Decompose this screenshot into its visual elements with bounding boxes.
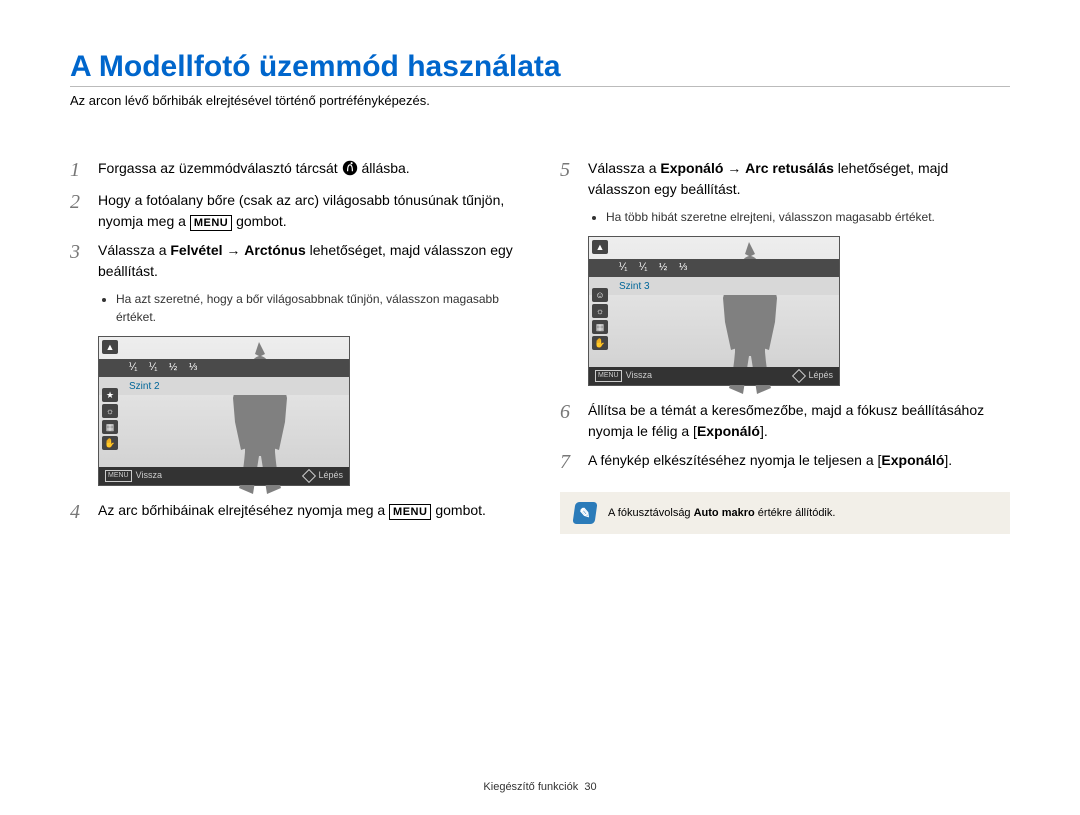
- osd-icon: ★: [102, 388, 118, 402]
- step-number: 3: [70, 240, 88, 282]
- step-2: 2 Hogy a fotóalany bőre (csak az arc) vi…: [70, 190, 520, 232]
- step-3-hint: Ha azt szeretné, hogy a bőr világosabbna…: [98, 290, 520, 326]
- shutter-label: Exponáló: [881, 452, 944, 468]
- step-number: 6: [560, 400, 578, 442]
- osd-icon: ▲: [102, 340, 118, 354]
- hint-item: Ha azt szeretné, hogy a bőr világosabbna…: [116, 290, 520, 326]
- step-5-hint: Ha több hibát szeretne elrejteni, válass…: [588, 208, 1010, 226]
- step-text: gombot.: [236, 213, 287, 229]
- move-label: Lépés: [808, 369, 833, 383]
- info-note: ✎ A fókusztávolság Auto makro értékre ál…: [560, 492, 1010, 534]
- right-column: 5 Válassza a Exponáló → Arc retusálás le…: [560, 158, 1010, 534]
- osd-icon: ☼: [592, 304, 608, 318]
- note-bold: Auto makro: [694, 507, 755, 519]
- note-text: A fókusztávolság: [608, 507, 694, 519]
- nav-icon: [302, 469, 316, 483]
- menu-button-label: MENU: [389, 504, 431, 520]
- left-column: 1 Forgassa az üzemmódválasztó tárcsát ál…: [70, 158, 520, 534]
- footer-section: Kiegészítő funkciók: [483, 781, 578, 793]
- camera-screen-right: ▲ x x ☺ ☼ ▦ ✋ ⅟₁ ⅟₁ ½ ⅓: [588, 236, 840, 386]
- step-text: Válassza a: [588, 160, 660, 176]
- step-7: 7 A fénykép elkészítéséhez nyomja le tel…: [560, 450, 1010, 474]
- mode-dial-icon: [342, 160, 358, 176]
- step-text: A fénykép elkészítéséhez nyomja le telje…: [588, 452, 881, 468]
- osd-icon: ☺: [592, 288, 608, 302]
- osd-icon: ✋: [102, 436, 118, 450]
- level-icon: ⅓: [185, 361, 201, 375]
- title-rule: [70, 86, 1010, 87]
- step-5: 5 Válassza a Exponáló → Arc retusálás le…: [560, 158, 1010, 200]
- page-title: A Modellfotó üzemmód használata: [70, 50, 1010, 84]
- note-text: értékre állítódik.: [755, 507, 836, 519]
- menu-button-label: MENU: [190, 215, 232, 231]
- level-icon: ½: [165, 361, 181, 375]
- arrow: →: [223, 242, 245, 258]
- osd-icon: ✋: [592, 336, 608, 350]
- move-label: Lépés: [318, 469, 343, 483]
- step-number: 1: [70, 158, 88, 182]
- osd-icon: ▦: [102, 420, 118, 434]
- osd-icon: ▲: [592, 240, 608, 254]
- step-text: Forgassa az üzemmódválasztó tárcsát: [98, 160, 342, 176]
- page-footer: Kiegészítő funkciók 30: [0, 781, 1080, 793]
- step-3: 3 Válassza a Felvétel → Arctónus lehetős…: [70, 240, 520, 282]
- menu-path-part: Arctónus: [244, 242, 305, 258]
- menu-path-part: Felvétel: [170, 242, 222, 258]
- menu-icon: MENU: [105, 470, 132, 483]
- menu-path-part: Exponáló: [660, 160, 723, 176]
- step-number: 4: [70, 500, 88, 524]
- step-number: 5: [560, 158, 578, 200]
- footer-page: 30: [584, 781, 596, 793]
- menu-path-part: Arc retusálás: [745, 160, 834, 176]
- hint-item: Ha több hibát szeretne elrejteni, válass…: [606, 208, 1010, 226]
- step-text: állásba.: [361, 160, 409, 176]
- selected-level-label: Szint 2: [129, 379, 160, 394]
- step-text: gombot.: [435, 502, 486, 518]
- shutter-label: Exponáló: [697, 423, 760, 439]
- step-text: Hogy a fotóalany bőre (csak az arc) vilá…: [98, 192, 504, 229]
- step-text: Állítsa be a témát a keresőmezőbe, majd …: [588, 402, 984, 439]
- step-text: ].: [760, 423, 768, 439]
- step-text: ].: [944, 452, 952, 468]
- nav-icon: [792, 369, 806, 383]
- osd-icon: ▦: [592, 320, 608, 334]
- back-label: Vissza: [136, 469, 162, 483]
- page-subtitle: Az arcon lévő bőrhibák elrejtésével tört…: [70, 93, 1010, 108]
- menu-icon: MENU: [595, 370, 622, 383]
- back-label: Vissza: [626, 369, 652, 383]
- selected-level-label: Szint 3: [619, 279, 650, 294]
- level-icon: ⅓: [675, 261, 691, 275]
- step-number: 7: [560, 450, 578, 474]
- step-text: Válassza a: [98, 242, 170, 258]
- arrow: →: [723, 160, 745, 176]
- step-number: 2: [70, 190, 88, 232]
- camera-screen-left: ▲ x x ★ ☼ ▦ ✋ ⅟₁ ⅟₁ ½ ⅓: [98, 336, 350, 486]
- level-icon: ⅟₁: [635, 261, 651, 275]
- level-icon: ½: [655, 261, 671, 275]
- step-1: 1 Forgassa az üzemmódválasztó tárcsát ál…: [70, 158, 520, 182]
- osd-icon: ☼: [102, 404, 118, 418]
- level-icon: ⅟₁: [145, 361, 161, 375]
- info-icon: ✎: [572, 502, 597, 524]
